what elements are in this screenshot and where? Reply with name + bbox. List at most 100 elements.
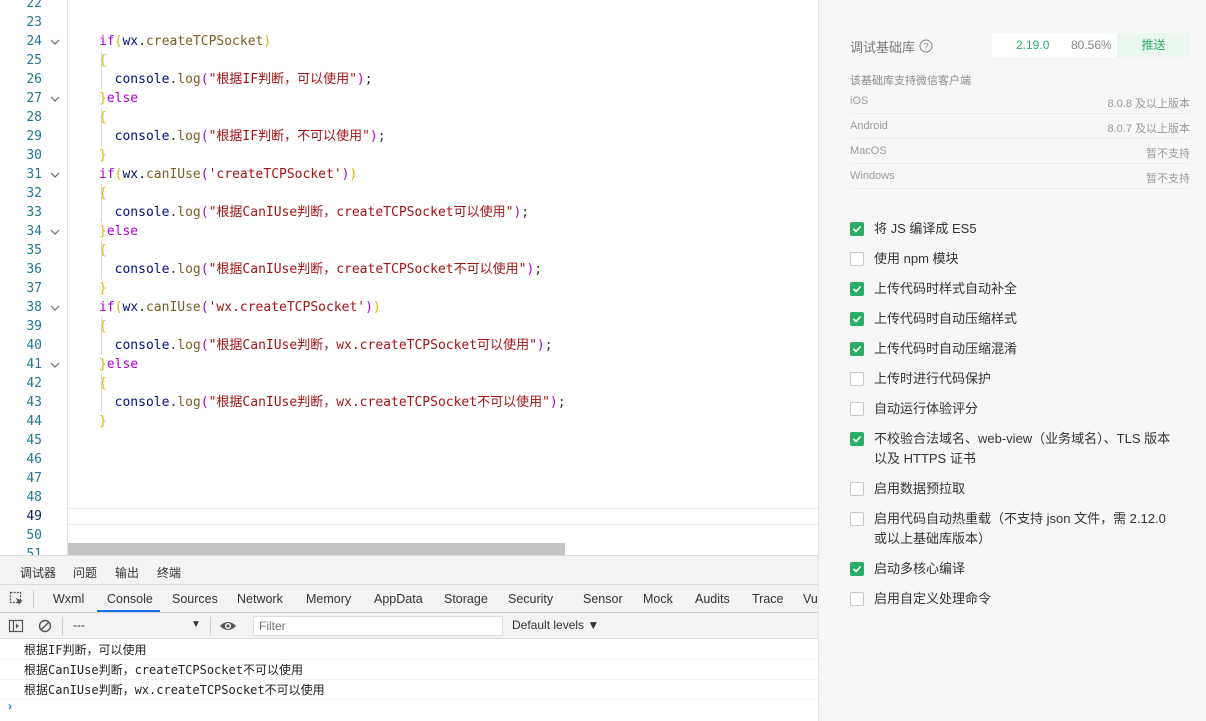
project-settings-panel: 调试基础库 ? 2.19.0 80.56% 推送 该基础库支持微信客户端 iOS…	[818, 0, 1206, 721]
push-button[interactable]: 推送	[1117, 33, 1190, 57]
tab-mock[interactable]: Mock	[643, 592, 673, 606]
option-checkbox[interactable]	[850, 592, 864, 606]
tab-storage[interactable]: Storage	[444, 592, 488, 606]
code-line[interactable]: 26 console.log("根据IF判断，可以使用");	[0, 70, 818, 89]
code-line[interactable]: 31 if(wx.canIUse('createTCPSocket'))	[0, 165, 818, 184]
platform-row: iOS 8.0.8 及以上版本	[850, 89, 1190, 114]
context-selector[interactable]: ---	[73, 618, 85, 632]
tab-network[interactable]: Network	[237, 592, 283, 606]
code-line[interactable]: 23	[0, 13, 818, 32]
base-library-selector[interactable]: 2.19.0 80.56% 推送	[992, 33, 1190, 57]
console-toolbar: --- ▼ Default levels ▼	[0, 613, 818, 639]
code-line[interactable]: 44}	[0, 412, 818, 431]
code-editor[interactable]: 22 23 24 if(wx.createTCPSocket) 25{26 consol…	[0, 0, 818, 555]
option-checkbox[interactable]	[850, 312, 864, 326]
tab-debugger[interactable]: 调试器	[20, 564, 56, 581]
tab-console[interactable]: Console	[107, 592, 153, 606]
code-line[interactable]: 22	[0, 0, 818, 13]
log-levels-dropdown[interactable]: Default levels ▼	[512, 618, 599, 632]
line-number: 35	[26, 243, 42, 258]
fold-chevron-icon[interactable]	[50, 304, 60, 312]
code-line[interactable]: 46	[0, 450, 818, 469]
platform-name: iOS	[850, 95, 869, 107]
code-line[interactable]: 36 console.log("根据CanIUse判断，createTCPSoc…	[0, 260, 818, 279]
code-line[interactable]: 28{	[0, 108, 818, 127]
toolbar-divider	[62, 617, 63, 635]
option-label: 自动运行体验评分	[874, 401, 979, 416]
code-line[interactable]: 29 console.log("根据IF判断，不可以使用");	[0, 127, 818, 146]
help-icon[interactable]: ?	[919, 39, 933, 58]
svg-text:?: ?	[923, 42, 928, 52]
code-line[interactable]: 42{	[0, 374, 818, 393]
code-text: if(wx.canIUse('wx.createTCPSocket'))	[99, 300, 381, 315]
code-line[interactable]: 33 console.log("根据CanIUse判断，createTCPSoc…	[0, 203, 818, 222]
code-line[interactable]: 37}	[0, 279, 818, 298]
horizontal-scrollbar[interactable]	[68, 543, 565, 555]
line-number: 45	[26, 433, 42, 448]
code-line[interactable]: 30}	[0, 146, 818, 165]
tab-wxml[interactable]: Wxml	[53, 592, 84, 606]
option-label: 将 JS 编译成 ES5	[874, 221, 977, 236]
tab-audits[interactable]: Audits	[695, 592, 730, 606]
tab-sources[interactable]: Sources	[172, 592, 218, 606]
sidebar-toggle-icon[interactable]	[8, 618, 24, 639]
tab-sensor[interactable]: Sensor	[583, 592, 623, 606]
fold-chevron-icon[interactable]	[50, 95, 60, 103]
filter-input[interactable]	[253, 616, 503, 636]
code-line[interactable]: 35{	[0, 241, 818, 260]
option-label: 上传代码时自动压缩样式	[874, 311, 1018, 326]
option-checkbox[interactable]	[850, 222, 864, 236]
code-line[interactable]: 45	[0, 431, 818, 450]
code-line[interactable]: 27}else	[0, 89, 818, 108]
tab-output[interactable]: 输出	[115, 564, 139, 581]
tab-memory[interactable]: Memory	[306, 592, 351, 606]
option-checkbox[interactable]	[850, 562, 864, 576]
fold-chevron-icon[interactable]	[50, 171, 60, 179]
tab-problems[interactable]: 问题	[73, 564, 97, 581]
tab-appdata[interactable]: AppData	[374, 592, 423, 606]
base-library-version[interactable]: 2.19.0	[1016, 38, 1049, 52]
code-line[interactable]: 41}else	[0, 355, 818, 374]
tab-trace[interactable]: Trace	[752, 592, 784, 606]
option-checkbox[interactable]	[850, 432, 864, 446]
option-checkbox[interactable]	[850, 512, 864, 526]
code-line[interactable]: 49	[0, 507, 818, 526]
console-message: 根据CanIUse判断，wx.createTCPSocket不可以使用	[0, 680, 818, 700]
platform-name: Windows	[850, 170, 895, 182]
option-checkbox[interactable]	[850, 252, 864, 266]
code-line[interactable]: 48	[0, 488, 818, 507]
code-text: }else	[99, 224, 139, 239]
fold-chevron-icon[interactable]	[50, 228, 60, 236]
code-line[interactable]: 32{	[0, 184, 818, 203]
code-line[interactable]: 47	[0, 469, 818, 488]
option-checkbox[interactable]	[850, 402, 864, 416]
tab-terminal[interactable]: 终端	[157, 564, 181, 581]
chevron-down-icon[interactable]: ▼	[191, 619, 201, 630]
code-line[interactable]: 40 console.log("根据CanIUse判断，wx.createTCP…	[0, 336, 818, 355]
fold-chevron-icon[interactable]	[50, 361, 60, 369]
inspect-element-icon[interactable]	[9, 591, 25, 612]
indent-guide	[101, 51, 102, 89]
line-number: 28	[26, 110, 42, 125]
active-tab-indicator	[97, 610, 160, 612]
option-checkbox[interactable]	[850, 372, 864, 386]
tab-security[interactable]: Security	[508, 592, 553, 606]
code-line[interactable]: 34 }else	[0, 222, 818, 241]
code-line[interactable]: 38 if(wx.canIUse('wx.createTCPSocket'))	[0, 298, 818, 317]
option-checkbox[interactable]	[850, 342, 864, 356]
code-line[interactable]: 43 console.log("根据CanIUse判断，wx.createTCP…	[0, 393, 818, 412]
line-number: 34	[26, 224, 42, 239]
eye-icon[interactable]	[219, 618, 237, 639]
line-number: 30	[26, 148, 42, 163]
platform-value: 8.0.8 及以上版本	[1107, 98, 1190, 110]
clear-console-icon[interactable]	[37, 618, 53, 639]
code-line[interactable]: 39{	[0, 317, 818, 336]
console-prompt[interactable]: ›	[8, 699, 12, 713]
line-number: 41	[26, 357, 42, 372]
tab-overflow[interactable]: Vu	[803, 592, 818, 606]
code-line[interactable]: 25{	[0, 51, 818, 70]
option-checkbox[interactable]	[850, 282, 864, 296]
option-checkbox[interactable]	[850, 482, 864, 496]
fold-chevron-icon[interactable]	[50, 38, 60, 46]
code-line[interactable]: 24 if(wx.createTCPSocket)	[0, 32, 818, 51]
